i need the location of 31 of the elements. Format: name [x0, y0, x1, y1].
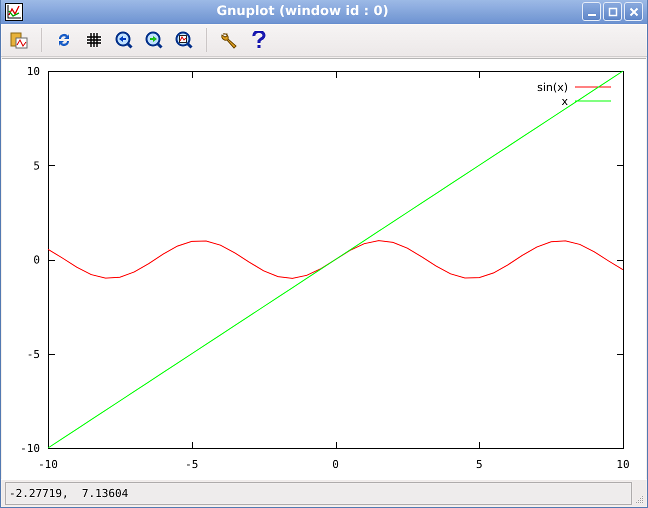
minimize-icon — [588, 14, 596, 16]
y-tick-label: 0 — [33, 254, 40, 266]
help-icon — [252, 30, 266, 49]
x-tick-label: 0 — [332, 458, 339, 471]
close-button[interactable] — [624, 2, 643, 22]
magnifier-icon — [145, 30, 163, 49]
y-tick-label: -10 — [20, 442, 40, 455]
cursor-coordinates: -2.27719, 7.13604 — [9, 486, 128, 500]
legend-label: x — [561, 95, 568, 108]
magnifier-icon — [115, 30, 133, 49]
magnifier-icon — [175, 30, 193, 49]
x-tick-label: 5 — [476, 458, 483, 471]
chart-icon — [5, 2, 23, 21]
y-tick-label: -5 — [26, 348, 40, 361]
x-tick-label: -5 — [185, 458, 198, 471]
wrench-icon — [220, 30, 238, 49]
y-tick-label: 10 — [26, 65, 40, 78]
y-tick-label: 5 — [33, 159, 40, 172]
legend-line — [575, 86, 611, 88]
close-icon — [628, 6, 638, 17]
maximize-icon — [608, 6, 618, 17]
maximize-button[interactable] — [603, 2, 622, 22]
window-title: Gnuplot (window id : 0) — [215, 4, 390, 20]
minimize-button[interactable] — [582, 2, 601, 22]
legend-line — [575, 100, 611, 102]
x-tick-label: 10 — [616, 458, 630, 471]
refresh-icon — [56, 32, 72, 48]
x-tick-label: -10 — [38, 458, 58, 471]
clipboard-icon — [10, 30, 28, 49]
legend-label: sin(x) — [537, 81, 568, 94]
grid-icon — [87, 32, 101, 47]
